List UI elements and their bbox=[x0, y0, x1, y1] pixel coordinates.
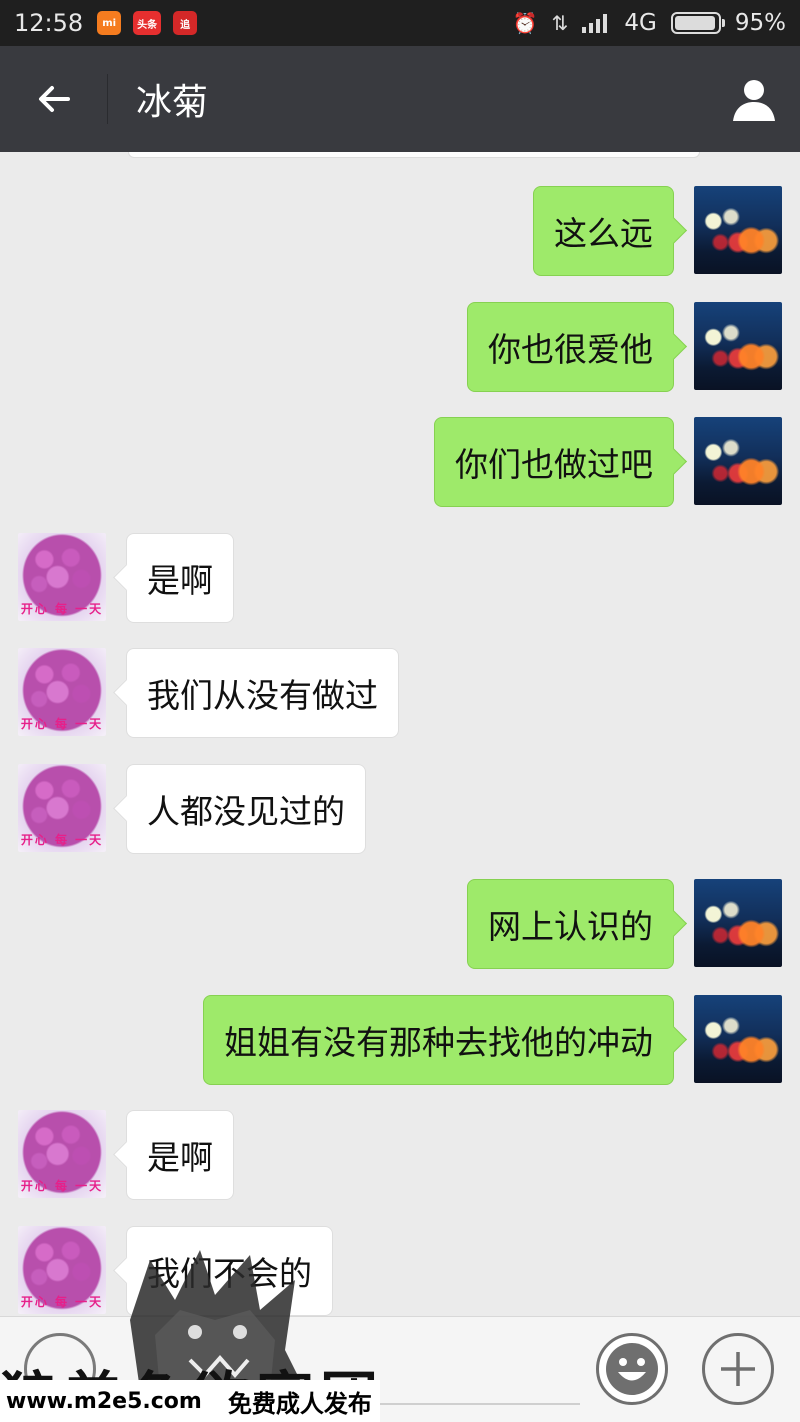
battery-level-fill bbox=[674, 16, 715, 30]
smiley-icon bbox=[606, 1343, 658, 1395]
person-icon bbox=[733, 80, 775, 121]
sent-message-bubble[interactable]: 你们也做过吧 bbox=[434, 417, 674, 507]
avatar-caption: 开心 每 一天 bbox=[20, 717, 104, 731]
signal-icon bbox=[582, 14, 608, 33]
avatar-caption: 开心 每 一天 bbox=[20, 1179, 104, 1193]
previous-message-bubble bbox=[128, 152, 700, 158]
sent-message-bubble[interactable]: 这么远 bbox=[533, 186, 674, 276]
message-row: 你们也做过吧 bbox=[0, 417, 800, 507]
data-arrows-icon: ⇅ bbox=[551, 11, 569, 35]
sent-message-bubble[interactable]: 你也很爱他 bbox=[467, 302, 674, 392]
self-avatar[interactable] bbox=[694, 879, 782, 967]
more-button[interactable] bbox=[702, 1333, 774, 1405]
self-avatar[interactable] bbox=[694, 186, 782, 274]
watermark-url-strip: www.m2e5.com 免费成人发布 bbox=[0, 1380, 380, 1422]
chat-title: 冰菊 bbox=[136, 82, 209, 123]
avatar-caption: 开心 每 一天 bbox=[20, 602, 104, 616]
battery-percent: 95% bbox=[734, 10, 786, 36]
contact-avatar[interactable]: 开心 每 一天 bbox=[18, 1110, 106, 1198]
back-button[interactable] bbox=[0, 46, 108, 152]
avatar-caption: 开心 每 一天 bbox=[20, 833, 104, 847]
battery-icon bbox=[670, 12, 725, 34]
chat-header: 冰菊 bbox=[0, 46, 800, 152]
emoji-button[interactable] bbox=[596, 1333, 668, 1405]
contact-avatar[interactable]: 开心 每 一天 bbox=[18, 533, 106, 621]
toutiao-notification-icon: 头条 bbox=[133, 11, 162, 35]
message-row: 开心 每 一天 人都没见过的 bbox=[0, 764, 800, 854]
message-row: 姐姐有没有那种去找他的冲动 bbox=[0, 995, 800, 1085]
status-time: 12:58 bbox=[14, 9, 84, 37]
message-row: 你也很爱他 bbox=[0, 302, 800, 392]
contact-avatar[interactable]: 开心 每 一天 bbox=[18, 648, 106, 736]
contact-avatar[interactable]: 开心 每 一天 bbox=[18, 764, 106, 852]
message-row: 开心 每 一天 是啊 bbox=[0, 1110, 800, 1200]
self-avatar[interactable] bbox=[694, 417, 782, 505]
received-message-bubble[interactable]: 是啊 bbox=[126, 533, 234, 623]
received-message-bubble[interactable]: 是啊 bbox=[126, 1110, 234, 1200]
alarm-icon: ⏰ bbox=[512, 11, 538, 35]
message-row: 开心 每 一天 我们从没有做过 bbox=[0, 648, 800, 738]
profile-button[interactable] bbox=[708, 46, 800, 152]
status-bar: 12:58 mi 头条 追 ⏰ ⇅ 4G 95% bbox=[0, 0, 800, 46]
received-message-bubble[interactable]: 人都没见过的 bbox=[126, 764, 366, 854]
network-type: 4G bbox=[624, 10, 657, 36]
watermark-slogan: 免费成人发布 bbox=[227, 1389, 372, 1418]
watermark-url: www.m2e5.com bbox=[6, 1388, 202, 1414]
zhui-notification-icon: 追 bbox=[173, 11, 198, 35]
chat-area[interactable]: 这么远 你也很爱他 你们也做过吧 开心 每 一天 是啊 开心 每 一天 我们从没有做过 开心 … bbox=[0, 152, 800, 1316]
sent-message-bubble[interactable]: 姐姐有没有那种去找他的冲动 bbox=[203, 995, 674, 1085]
self-avatar[interactable] bbox=[694, 995, 782, 1083]
message-row: 开心 每 一天 是啊 bbox=[0, 533, 800, 623]
arrow-left-icon bbox=[39, 86, 70, 112]
self-avatar[interactable] bbox=[694, 302, 782, 390]
sent-message-bubble[interactable]: 网上认识的 bbox=[467, 879, 674, 969]
plus-icon bbox=[721, 1352, 755, 1386]
message-row: 这么远 bbox=[0, 186, 800, 276]
received-message-bubble[interactable]: 我们从没有做过 bbox=[126, 648, 399, 738]
message-row: 网上认识的 bbox=[0, 879, 800, 969]
mi-app-notification-icon: mi bbox=[97, 11, 122, 35]
